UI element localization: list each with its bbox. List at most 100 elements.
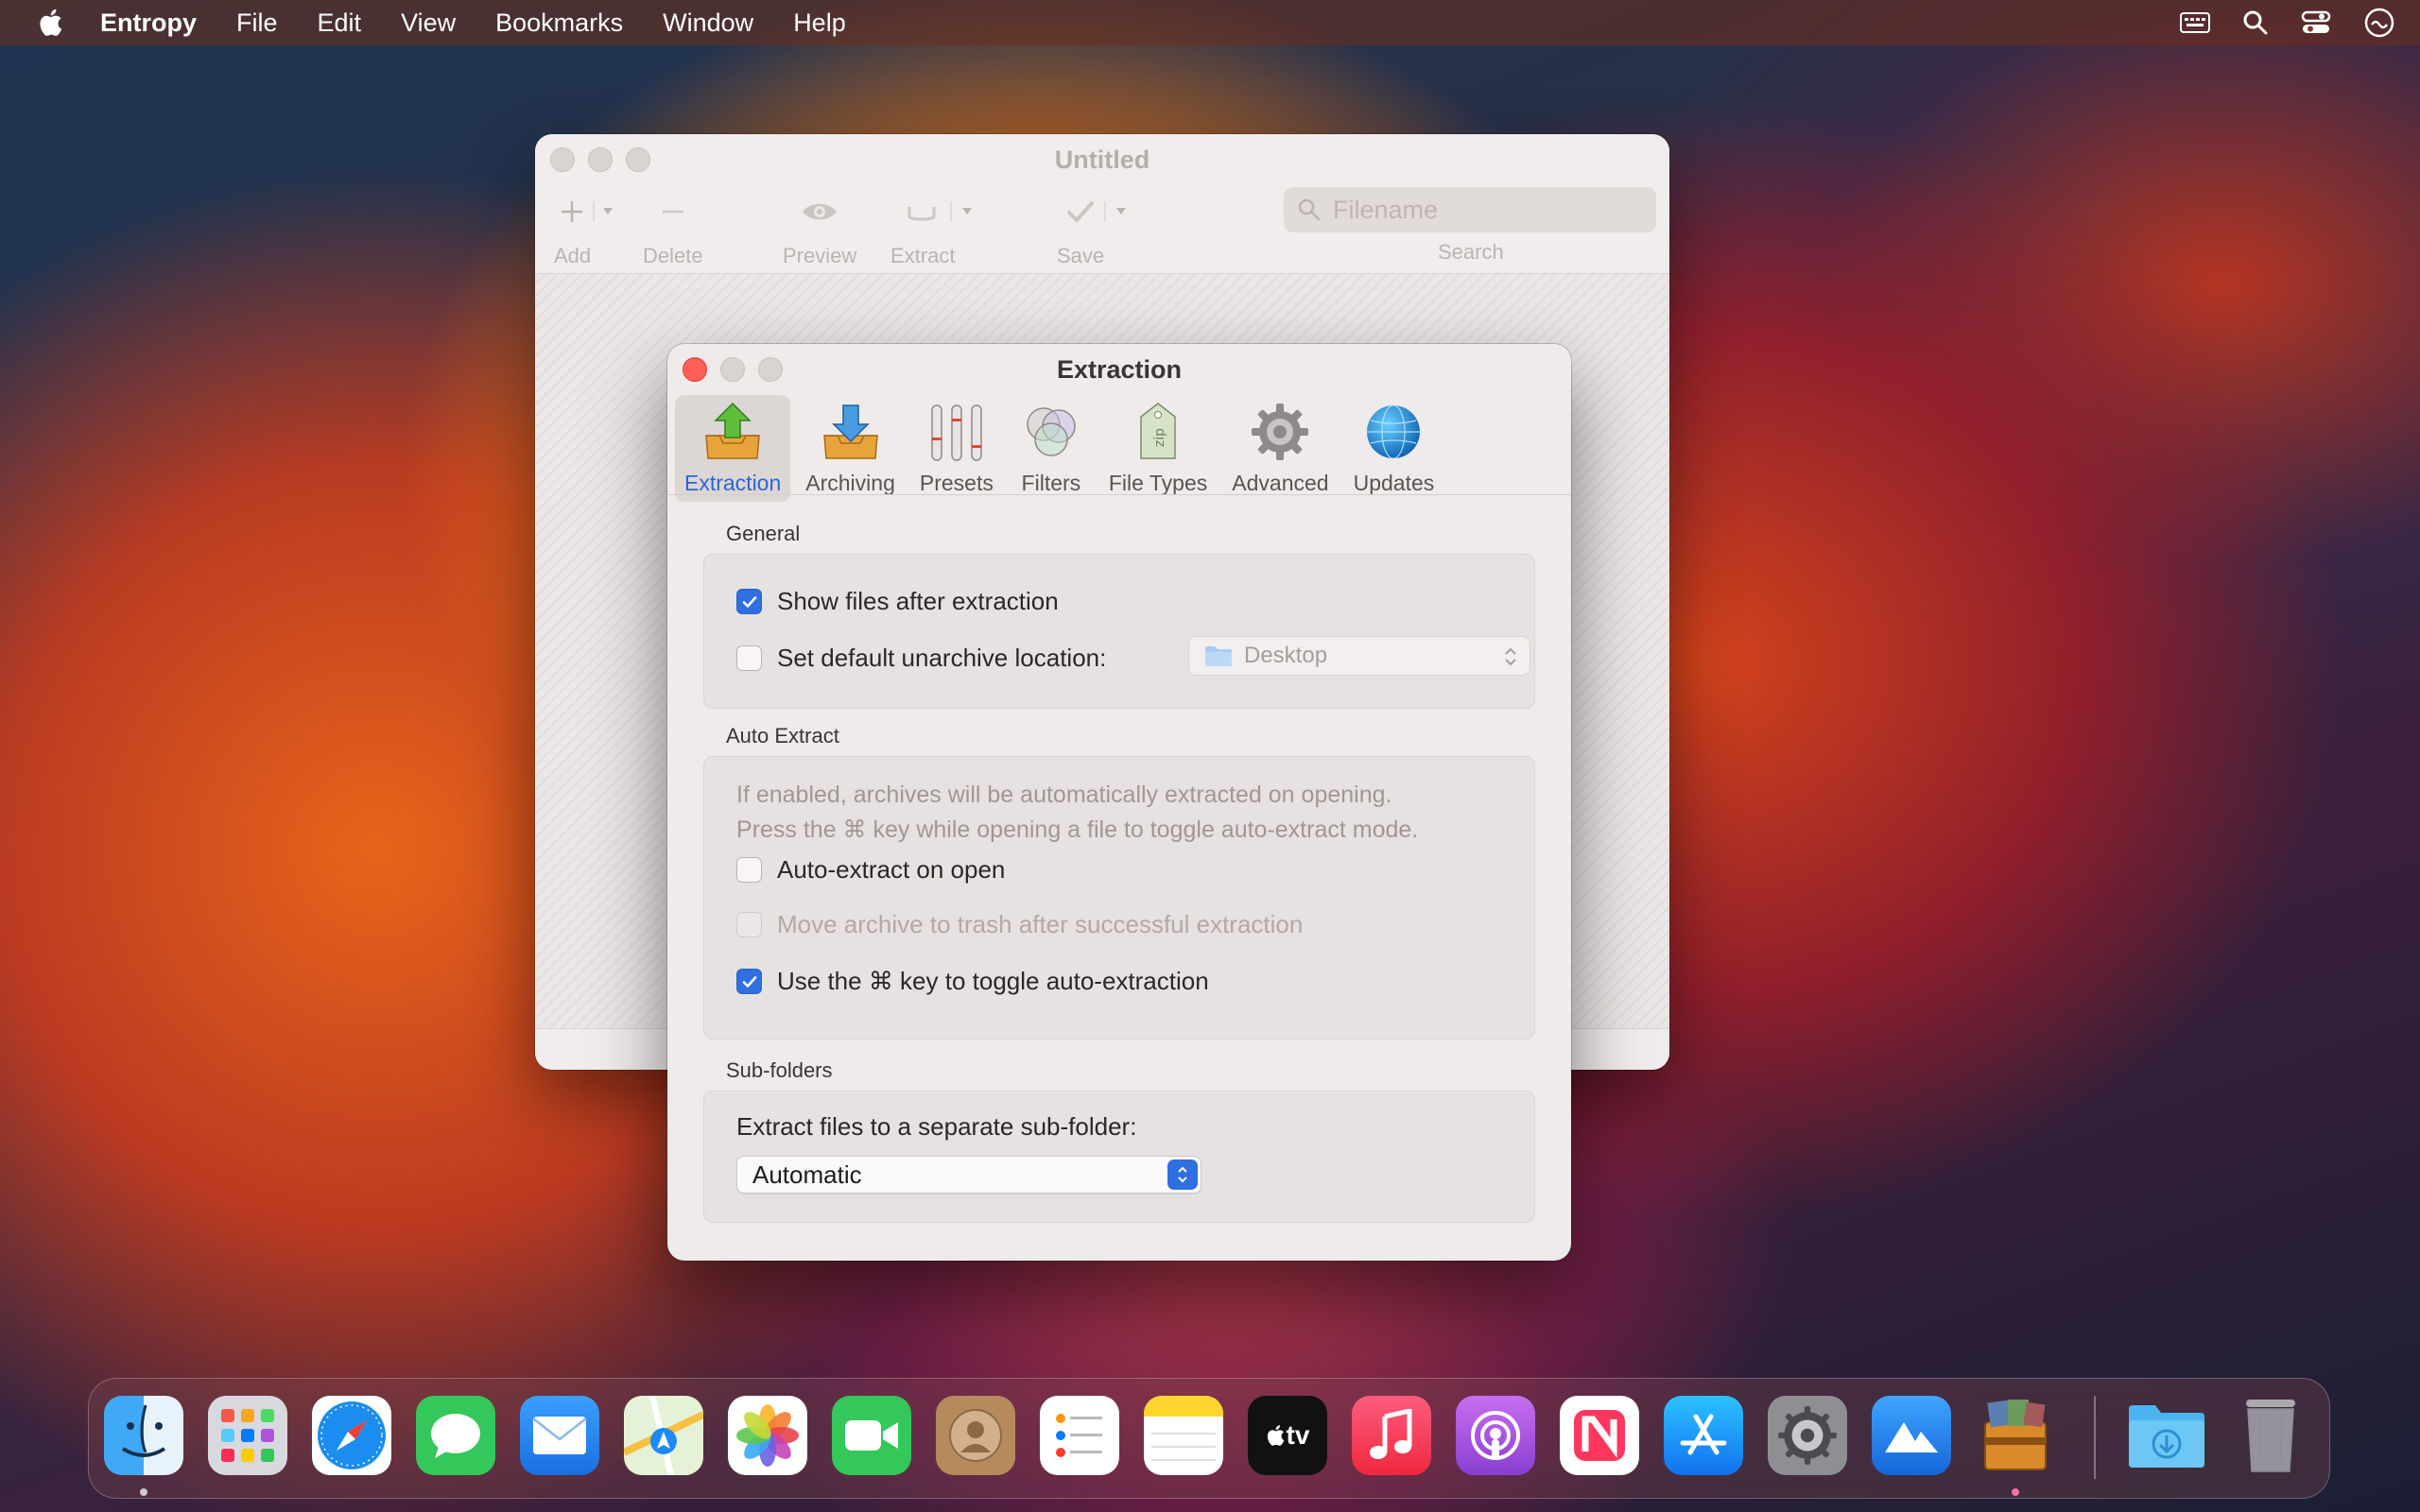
menu-help[interactable]: Help [793,9,846,38]
dock-mail[interactable] [520,1396,599,1475]
chevron-updown-icon [1505,647,1516,666]
dock-messages[interactable] [416,1396,495,1475]
search-input[interactable] [1333,195,1635,225]
dock-system-settings[interactable] [1768,1396,1847,1475]
menu-bookmarks[interactable]: Bookmarks [495,9,623,38]
extract-label: Extract [890,244,956,267]
toolbar-divider [667,494,1571,495]
dock-podcasts[interactable] [1456,1396,1535,1475]
preferences-window: Extraction Extraction Archiving Presets … [667,344,1571,1261]
auto-extract-desc-line2: Press the ⌘ key while opening a file to … [736,816,1419,843]
dock-photos[interactable] [728,1396,807,1475]
dock-separator [2094,1396,2096,1479]
globe-icon [1367,404,1421,459]
show-files-row[interactable]: Show files after extraction [736,587,1059,616]
add-button[interactable]: Add [554,193,627,268]
dock-news[interactable] [1560,1396,1639,1475]
dock-entropy[interactable] [1976,1396,2055,1475]
use-cmd-checkbox[interactable] [736,969,762,994]
auto-on-open-row[interactable]: Auto-extract on open [736,855,1005,885]
tab-advanced[interactable]: Advanced [1222,395,1338,502]
menu-bar: Entropy File Edit View Bookmarks Window … [0,0,2420,45]
apple-menu-icon[interactable] [38,9,62,37]
dock-reminders[interactable] [1040,1396,1119,1475]
downloads-folder-icon [2129,1405,2204,1468]
menu-app-name[interactable]: Entropy [100,9,197,38]
dock-downloads[interactable] [2127,1396,2206,1475]
move-to-trash-label: Move archive to trash after successful e… [777,910,1304,938]
tab-archiving[interactable]: Archiving [796,395,905,502]
subfolder-select[interactable]: Automatic [736,1156,1201,1194]
mountain-icon [1885,1422,1938,1452]
auto-extract-group: If enabled, archives will be automatical… [703,756,1535,1040]
default-location-row[interactable]: Set default unarchive location: [736,644,1106,673]
filters-circles-icon [1027,407,1076,456]
use-cmd-label: Use the ⌘ key to toggle auto-extraction [777,967,1209,995]
maps-icon [624,1396,703,1475]
menu-view[interactable]: View [401,9,456,38]
save-label: Save [1057,244,1105,267]
dock-safari[interactable] [312,1396,391,1475]
preview-button[interactable]: Preview [783,193,856,268]
tab-filters[interactable]: Filters [1009,395,1094,502]
keyboard-input-icon[interactable] [2180,11,2210,34]
app-store-icon [1680,1414,1727,1455]
dock-app-store[interactable] [1664,1396,1743,1475]
tab-filters-label: Filters [1021,471,1081,495]
general-section-title: General [726,522,801,545]
tab-advanced-label: Advanced [1232,471,1329,495]
tab-extraction-label: Extraction [684,471,782,495]
notes-pad-icon [1144,1396,1223,1461]
subfolders-section-title: Sub-folders [726,1058,833,1082]
extraction-tray-icon [705,402,760,459]
auto-on-open-checkbox[interactable] [736,857,762,883]
tab-updates[interactable]: Updates [1344,395,1444,502]
select-stepper [1167,1160,1198,1190]
spotlight-search-icon[interactable] [2242,9,2269,36]
search-icon [1298,198,1321,221]
preview-label: Preview [783,244,857,267]
tab-presets[interactable]: Presets [910,395,1003,502]
tab-file-types[interactable]: zip File Types [1099,395,1217,502]
menu-window[interactable]: Window [663,9,753,38]
dock-maps[interactable] [624,1396,703,1475]
news-icon [1574,1410,1625,1461]
entropy-running-dot [2012,1488,2019,1496]
dock-launchpad[interactable] [208,1396,287,1475]
tab-presets-label: Presets [919,471,994,495]
tab-file-types-label: File Types [1108,471,1208,495]
dock-facetime[interactable] [832,1396,911,1475]
location-popup[interactable]: Desktop [1188,636,1530,676]
show-files-checkbox[interactable] [736,589,762,614]
message-bubble-icon [431,1414,480,1458]
archiving-tray-icon [822,404,878,459]
add-label: Add [554,244,592,267]
use-cmd-row[interactable]: Use the ⌘ key to toggle auto-extraction [736,967,1209,996]
envelope-icon [532,1417,587,1454]
trash-can-icon [2246,1400,2295,1472]
extract-button[interactable]: Extract [890,193,996,268]
default-location-checkbox[interactable] [736,645,762,671]
subfolders-group: Extract files to a separate sub-folder: … [703,1091,1535,1223]
tab-extraction[interactable]: Extraction [675,395,791,502]
menu-file[interactable]: File [236,9,278,38]
dock-music[interactable] [1352,1396,1431,1475]
dock-notes[interactable] [1144,1396,1223,1475]
dock-contacts[interactable] [936,1396,1015,1475]
save-button[interactable]: Save [1057,193,1146,268]
video-camera-icon [845,1420,898,1451]
search-field[interactable] [1284,187,1656,232]
zip-tag-icon: zip [1140,403,1176,459]
dock-apple-tv[interactable]: tv [1248,1396,1327,1475]
delete-button[interactable]: Delete [643,193,703,268]
dock-mountain-app[interactable] [1872,1396,1951,1475]
contact-person-icon [949,1409,1002,1462]
dock-finder[interactable] [104,1396,183,1475]
dock-trash[interactable] [2231,1396,2310,1475]
auto-on-open-label: Auto-extract on open [777,855,1006,884]
minus-icon [662,210,683,214]
menu-edit[interactable]: Edit [318,9,362,38]
prefs-tab-bar: Extraction Archiving Presets Filters zip… [675,395,1443,502]
siri-icon[interactable] [2363,7,2395,39]
control-center-icon[interactable] [2301,10,2331,35]
